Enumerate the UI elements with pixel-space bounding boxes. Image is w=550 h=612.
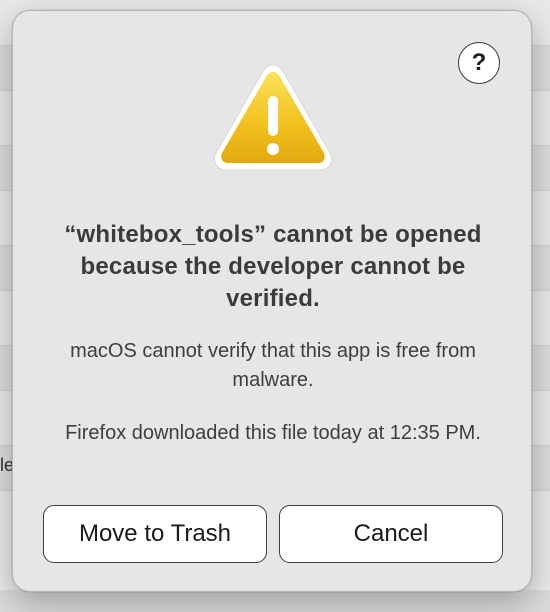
alert-dialog: ? “whitebox_tools” cannot be opened beca… [12, 10, 532, 592]
dialog-title: “whitebox_tools” cannot be opened becaus… [64, 221, 482, 312]
background-footer [0, 590, 550, 612]
cancel-button[interactable]: Cancel [279, 505, 503, 563]
dialog-message-download: Firefox downloaded this file today at 12… [65, 422, 481, 444]
question-mark-icon: ? [471, 49, 487, 76]
dialog-message-malware: macOS cannot verify that this app is fre… [70, 340, 476, 391]
help-button[interactable]: ? [458, 42, 500, 84]
move-to-trash-button[interactable]: Move to Trash [43, 505, 267, 563]
warning-triangle-icon [213, 64, 333, 171]
